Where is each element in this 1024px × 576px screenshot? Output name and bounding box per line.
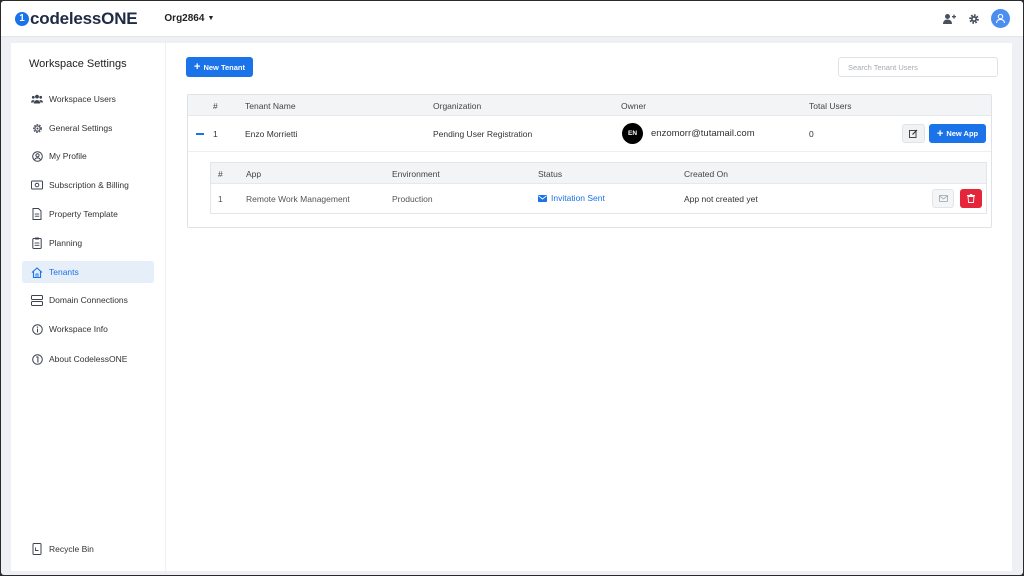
org-switcher[interactable]: Org2864 ▼	[164, 13, 214, 24]
home-icon	[31, 266, 43, 278]
sidebar-item-planning[interactable]: Planning	[22, 232, 154, 254]
app-created-on: App not created yet	[684, 194, 758, 204]
sidebar-item-label: Property Template	[49, 209, 118, 219]
main-content: + New Tenant # Tenant Name Organization …	[166, 43, 1012, 571]
owner-email: enzomorr@tutamail.com	[651, 128, 755, 139]
col-owner: Owner	[621, 101, 647, 111]
sidebar-item-label: Workspace Info	[49, 324, 108, 334]
edit-icon	[909, 129, 918, 138]
gear-icon	[31, 122, 43, 134]
app-window: 1 codelessONE Org2864 ▼ Workspace Settin…	[1, 1, 1023, 575]
user-avatar-icon[interactable]	[991, 9, 1010, 28]
col-index: #	[218, 169, 223, 179]
collapse-row-icon[interactable]	[196, 133, 204, 135]
top-bar: 1 codelessONE Org2864 ▼	[1, 1, 1023, 37]
sidebar-item-label: General Settings	[49, 123, 113, 133]
col-created-on: Created On	[684, 169, 728, 179]
table-row: 1 Remote Work Management Production Invi…	[211, 184, 986, 213]
envelope-icon	[938, 195, 948, 202]
col-total-users: Total Users	[809, 101, 852, 111]
sidebar-item-label: Workspace Users	[49, 94, 116, 104]
users-icon	[31, 93, 43, 105]
sidebar-item-domain-connections[interactable]: Domain Connections	[22, 289, 154, 311]
document-icon	[31, 208, 43, 220]
sidebar-item-my-profile[interactable]: My Profile	[22, 145, 154, 167]
sidebar-item-label: My Profile	[49, 151, 87, 161]
billing-icon	[31, 179, 43, 191]
trash-icon	[967, 194, 975, 203]
apps-table: # App Environment Status Created On 1 Re…	[210, 162, 987, 214]
recycle-bin-icon	[31, 543, 43, 555]
total-users: 0	[809, 129, 814, 139]
tenants-table-header: # Tenant Name Organization Owner Total U…	[188, 95, 991, 116]
org-name: Org2864	[164, 13, 205, 24]
caret-down-icon: ▼	[207, 15, 215, 22]
info-icon	[31, 323, 43, 335]
sidebar-item-general-settings[interactable]: General Settings	[22, 117, 154, 139]
app-name: Remote Work Management	[246, 194, 350, 204]
sidebar-item-workspace-users[interactable]: Workspace Users	[22, 88, 154, 110]
app-index: 1	[218, 194, 223, 204]
sidebar-item-subscription-billing[interactable]: Subscription & Billing	[22, 174, 154, 196]
tenant-index: 1	[213, 129, 218, 139]
app-status-link[interactable]: Invitation Sent	[538, 193, 605, 203]
col-status: Status	[538, 169, 563, 179]
col-app: App	[246, 169, 262, 179]
tenant-organization: Pending User Registration	[433, 129, 533, 139]
sidebar-item-label: Recycle Bin	[49, 544, 94, 554]
table-row: 1 Enzo Morrietti Pending User Registrati…	[188, 116, 991, 152]
sidebar-item-property-template[interactable]: Property Template	[22, 203, 154, 225]
owner-avatar: EN	[622, 123, 643, 144]
gear-icon[interactable]	[967, 12, 980, 25]
sidebar-item-about[interactable]: About CodelessONE	[22, 348, 154, 370]
server-icon	[31, 294, 43, 306]
plus-icon: +	[194, 61, 201, 73]
resend-invite-button[interactable]	[932, 189, 954, 208]
sidebar-item-workspace-info[interactable]: Workspace Info	[22, 318, 154, 340]
col-organization: Organization	[433, 101, 482, 111]
edit-tenant-button[interactable]	[902, 124, 925, 143]
sidebar-item-label: Domain Connections	[49, 295, 128, 305]
logo[interactable]: 1 codelessONE	[15, 8, 138, 29]
sidebar-item-recycle-bin[interactable]: Recycle Bin	[22, 538, 154, 560]
sidebar-title: Workspace Settings	[29, 58, 127, 70]
logo-text: codelessONE	[30, 8, 138, 28]
app-environment: Production	[392, 194, 433, 204]
logo-mark: 1	[15, 11, 29, 26]
clipboard-icon	[31, 237, 43, 249]
col-tenant-name: Tenant Name	[245, 101, 296, 111]
new-tenant-label: New Tenant	[203, 62, 245, 72]
col-environment: Environment	[392, 169, 440, 179]
app-status-label: Invitation Sent	[551, 193, 605, 203]
search-tenant-users-input[interactable]	[838, 57, 998, 77]
sidebar: Workspace Settings Workspace Users Gener…	[11, 43, 165, 571]
tenant-name: Enzo Morrietti	[245, 129, 298, 139]
sidebar-item-label: Subscription & Billing	[49, 180, 129, 190]
about-icon	[31, 353, 43, 365]
envelope-icon	[538, 194, 547, 202]
delete-app-button[interactable]	[960, 189, 982, 208]
new-tenant-button[interactable]: + New Tenant	[186, 57, 253, 77]
profile-icon	[31, 150, 43, 162]
sidebar-item-label: Tenants	[49, 267, 79, 277]
col-index: #	[213, 101, 218, 111]
sidebar-item-tenants[interactable]: Tenants	[22, 261, 154, 283]
add-user-icon[interactable]	[943, 12, 956, 25]
new-app-button[interactable]: + New App	[929, 124, 986, 143]
sidebar-item-label: About CodelessONE	[49, 354, 128, 364]
new-app-label: New App	[946, 129, 979, 138]
tenants-table: # Tenant Name Organization Owner Total U…	[187, 94, 992, 228]
plus-icon: +	[936, 127, 944, 140]
sidebar-item-label: Planning	[49, 238, 83, 248]
apps-table-header: # App Environment Status Created On	[211, 163, 986, 184]
